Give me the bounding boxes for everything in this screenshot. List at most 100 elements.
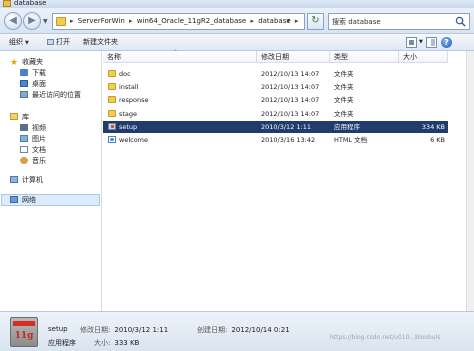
sidebar-item-desktop[interactable]: 桌面 [20,79,46,89]
column-label: 名称 [107,53,121,61]
sort-ascending-icon: ⌃ [173,49,179,56]
details-size: 大小: 333 KB [94,338,139,348]
file-row[interactable]: stage 2012/10/13 14:07 文件夹 [103,108,448,120]
file-row-selected[interactable]: setup 2010/3/12 1:11 应用程序 334 KB [103,121,448,133]
sidebar-item-computer[interactable]: 计算机 [10,175,43,185]
column-header-date[interactable]: 修改日期 [257,51,330,63]
file-date: 2012/10/13 14:07 [261,96,320,104]
address-bar-area: ◀ ▶ ▼ ▸ ServerForWin ▸ win64_Oracle_11gR… [0,8,474,34]
search-input[interactable] [332,16,450,28]
sidebar-item-pictures[interactable]: 图片 [20,134,46,144]
sidebar-item-recent[interactable]: 最近访问的位置 [20,90,81,100]
sidebar-item-videos[interactable]: 视频 [20,123,46,133]
file-size: 6 KB [430,136,445,144]
file-date: 2010/3/12 1:11 [261,123,311,131]
folder-icon [108,110,116,117]
file-name: setup [119,123,138,131]
chevron-down-icon: ▼ [25,40,29,46]
video-icon [20,124,28,131]
column-label: 修改日期 [261,53,289,61]
sidebar-item-label: 音乐 [32,157,46,165]
breadcrumb-item[interactable]: ServerForWin [78,17,125,25]
file-thumbnail: 11g [10,317,38,347]
navigation-pane: ★ 收藏夹 下载 桌面 最近访问的位置 库 视频 图片 文档 音乐 计算机 网络 [0,51,102,311]
column-label: 类型 [334,53,348,61]
pictures-icon [20,135,28,142]
breadcrumb-separator-icon[interactable]: ▸ [295,17,299,25]
details-size-value: 333 KB [114,339,140,347]
help-icon[interactable]: ? [441,37,452,48]
sidebar-item-network[interactable]: 网络 [10,195,36,205]
sidebar-item-label: 视频 [32,124,46,132]
computer-icon [10,176,18,183]
organize-button[interactable]: 组织 ▼ [9,37,29,47]
breadcrumb: ▸ ServerForWin ▸ win64_Oracle_11gR2_data… [70,17,300,25]
breadcrumb-separator-icon[interactable]: ▸ [70,17,74,25]
organize-label: 组织 [9,38,23,46]
column-header-size[interactable]: 大小 [399,51,448,63]
sidebar-item-label: 计算机 [22,176,43,184]
preview-pane-icon[interactable] [426,37,437,48]
history-dropdown-icon[interactable]: ▼ [43,18,48,25]
file-row[interactable]: response 2012/10/13 14:07 文件夹 [103,94,448,106]
breadcrumb-item[interactable]: win64_Oracle_11gR2_database [137,17,246,25]
sidebar-item-label: 最近访问的位置 [32,91,81,99]
star-icon: ★ [10,58,19,68]
details-pane: 11g setup 应用程序 修改日期: 2010/3/12 1:11 大小: 33… [0,311,474,351]
details-created: 创建日期: 2012/10/14 0:21 [197,325,290,335]
oracle-logo-band [13,321,35,326]
back-button[interactable]: ◀ [4,12,22,30]
address-bar[interactable]: ▸ ServerForWin ▸ win64_Oracle_11gR2_data… [52,13,305,30]
column-header-name[interactable]: ⌃ 名称 [103,49,257,63]
details-size-label: 大小: [94,339,111,347]
chevron-down-icon[interactable]: ▼ [419,39,423,50]
sidebar-item-label: 下载 [32,69,46,77]
exe-icon [108,123,116,130]
address-dropdown-icon[interactable]: ▾ [286,17,290,25]
change-view-icon[interactable] [406,37,417,48]
new-folder-label: 新建文件夹 [83,38,118,46]
details-file-name: setup [48,325,68,333]
sidebar-item-label: 文档 [32,146,46,154]
sidebar-item-label: 收藏夹 [22,58,44,66]
network-icon [10,196,18,203]
column-label: 大小 [403,53,417,61]
sidebar-item-documents[interactable]: 文档 [20,145,46,155]
file-type: 文件夹 [334,110,354,118]
file-name: response [119,96,149,104]
open-button[interactable]: 打开 [47,37,70,47]
file-size: 334 KB [421,123,445,131]
html-file-icon [108,136,116,143]
new-folder-button[interactable]: 新建文件夹 [83,37,118,47]
search-icon[interactable] [455,16,466,27]
sidebar-item-favorites[interactable]: ★ 收藏夹 [10,57,44,68]
breadcrumb-separator-icon[interactable]: ▸ [250,17,254,25]
file-name: doc [119,70,131,78]
details-modified-label: 修改日期: [80,326,111,334]
search-box[interactable] [328,13,470,30]
music-icon [20,157,28,164]
file-type: 文件夹 [334,83,354,91]
thumbnail-label: 11g [14,331,34,341]
file-date: 2012/10/13 14:07 [261,70,320,78]
file-row[interactable]: doc 2012/10/13 14:07 文件夹 [103,68,448,80]
breadcrumb-separator-icon[interactable]: ▸ [129,17,133,25]
file-row[interactable]: install 2012/10/13 14:07 文件夹 [103,81,448,93]
library-icon [10,113,18,120]
refresh-button[interactable]: ↻ [307,13,324,30]
sidebar-item-libraries[interactable]: 库 [10,112,29,122]
sidebar-item-label: 图片 [32,135,46,143]
details-created-label: 创建日期: [197,326,228,334]
open-label: 打开 [56,38,70,46]
file-row[interactable]: welcome 2010/3/16 13:42 HTML 文档 6 KB [103,134,448,146]
column-header-type[interactable]: 类型 [330,51,399,63]
forward-button[interactable]: ▶ [23,12,41,30]
folder-icon [108,70,116,77]
sidebar-item-downloads[interactable]: 下载 [20,68,46,78]
window-title: database [14,0,47,7]
folder-icon [56,17,66,26]
details-modified-value: 2010/3/12 1:11 [114,326,169,334]
vertical-scrollbar[interactable] [466,51,474,311]
sidebar-item-music[interactable]: 音乐 [20,156,46,166]
command-bar: 组织 ▼ 打开 新建文件夹 ▼ ? [0,34,474,51]
